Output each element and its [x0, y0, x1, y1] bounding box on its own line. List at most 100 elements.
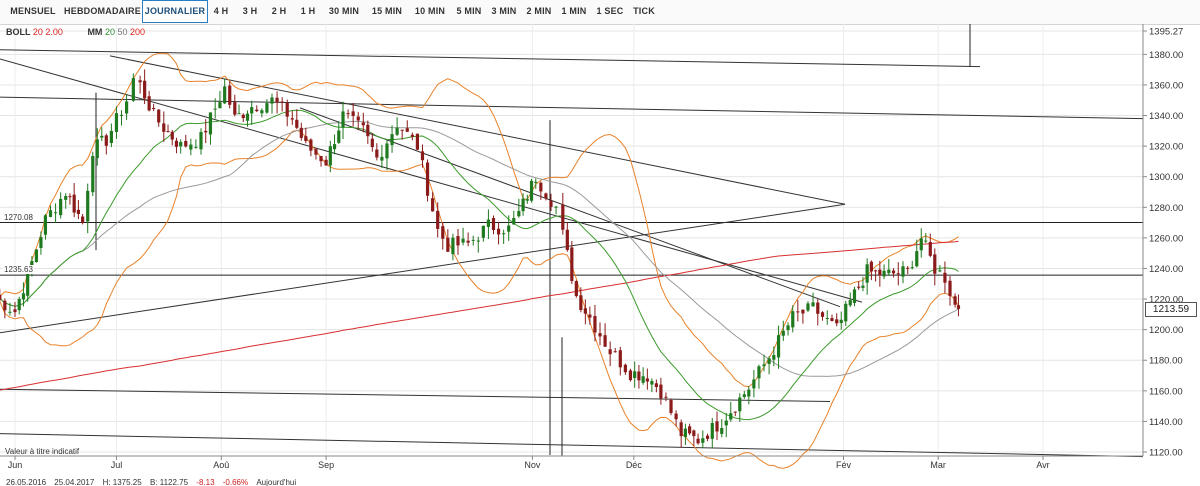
candle-body	[517, 210, 521, 217]
candle	[839, 311, 843, 330]
candle-body	[218, 102, 222, 109]
candle	[380, 144, 384, 169]
candle-body	[816, 302, 820, 314]
candle-body	[710, 422, 714, 439]
candle-body	[34, 249, 39, 263]
x-tick-label: Jun	[8, 460, 23, 470]
candle-body	[701, 438, 705, 443]
candle	[588, 306, 592, 325]
candle	[114, 106, 119, 139]
candle-body	[512, 218, 516, 225]
candle	[529, 178, 534, 203]
tab-tick[interactable]: TICK	[629, 1, 659, 22]
candle	[715, 411, 719, 440]
candle	[72, 183, 76, 218]
candle	[669, 398, 673, 416]
candle-body	[314, 149, 318, 155]
tab-2-min[interactable]: 2 MIN	[522, 1, 556, 22]
candle-body	[361, 122, 365, 126]
candle-body	[928, 242, 932, 256]
candle-body	[337, 130, 341, 143]
candle-body	[233, 102, 237, 115]
tab-hebdomadaire[interactable]: HEBDOMADAIRE	[64, 1, 141, 22]
candle-body	[757, 366, 761, 379]
candle-body	[72, 194, 76, 213]
tab-15-min[interactable]: 15 MIN	[366, 1, 408, 22]
candle-body	[157, 109, 161, 123]
candle	[385, 140, 389, 170]
candle-body	[574, 281, 578, 297]
candle-body	[861, 285, 865, 288]
candle-body	[943, 272, 947, 283]
candle	[174, 137, 179, 154]
candle-body	[375, 149, 379, 158]
y-tick-label: 1260.00	[1149, 233, 1183, 244]
tab-1-sec[interactable]: 1 SEC	[592, 1, 628, 22]
candle-body	[544, 193, 548, 199]
footer-range-end: 25.04.2017	[54, 478, 95, 486]
candle-body	[491, 217, 496, 231]
candle-body	[502, 233, 506, 235]
candle	[705, 433, 710, 442]
candle	[733, 411, 737, 416]
y-tick-label: 1360.00	[1149, 80, 1183, 91]
tab-5-min[interactable]: 5 MIN	[452, 1, 486, 22]
tab-2-h[interactable]: 2 H	[265, 1, 293, 22]
footer-stats: 26.05.2016 25.04.2017 H: 1375.25 B: 1122…	[0, 478, 1200, 486]
candle	[628, 368, 633, 382]
candle-body	[738, 397, 742, 412]
candle	[806, 301, 810, 313]
tab-30-min[interactable]: 30 MIN	[323, 1, 365, 22]
candle-body	[0, 294, 2, 301]
candle-body	[839, 319, 843, 324]
candle	[446, 229, 450, 252]
boll-label: BOLL	[6, 27, 31, 37]
tab-3-h[interactable]: 3 H	[236, 1, 264, 22]
candle-body	[534, 181, 538, 183]
candle-body	[179, 141, 183, 147]
candle	[852, 286, 857, 307]
candle-body	[143, 80, 147, 99]
tab-1-h[interactable]: 1 H	[294, 1, 322, 22]
candle	[280, 97, 284, 112]
tab-4-h[interactable]: 4 H	[207, 1, 235, 22]
footer-today: Aujourd'hui	[256, 478, 297, 486]
candle	[896, 262, 900, 286]
indicator-legend: BOLL 20 2.00 MM 20 50 200	[6, 27, 145, 37]
candle-body	[260, 110, 264, 114]
candle-body	[255, 109, 259, 112]
tab-journalier[interactable]: JOURNALIER	[142, 0, 208, 23]
tab-mensuel[interactable]: MENSUEL	[3, 1, 63, 22]
x-tick-label: Mar	[930, 460, 946, 470]
tab-3-min[interactable]: 3 MIN	[487, 1, 521, 22]
candle-body	[104, 135, 108, 146]
candle-body	[425, 162, 430, 196]
candle-body	[109, 130, 113, 143]
candle	[237, 104, 241, 115]
y-tick-label: 1320.00	[1149, 142, 1183, 153]
y-tick-label: 1380.00	[1149, 50, 1183, 61]
candle-body	[786, 325, 790, 331]
candle	[194, 139, 198, 149]
candle-body	[674, 413, 678, 420]
candle	[882, 264, 886, 280]
boll-param-2: 2.00	[45, 27, 63, 37]
candle-body	[385, 143, 389, 159]
candle-body	[456, 236, 460, 246]
candle	[299, 122, 303, 141]
candle-body	[119, 114, 124, 116]
candle-body	[68, 196, 72, 198]
candle	[466, 232, 470, 247]
candle-body	[21, 293, 26, 300]
candle	[184, 134, 188, 148]
tab-1-min[interactable]: 1 MIN	[557, 1, 591, 22]
candle-body	[554, 206, 558, 208]
candle-body	[933, 254, 937, 274]
candle-body	[228, 85, 232, 105]
candle	[337, 121, 341, 144]
candle	[776, 325, 781, 369]
candle	[637, 364, 641, 389]
candle-body	[170, 131, 174, 140]
tab-10-min[interactable]: 10 MIN	[409, 1, 451, 22]
candle-body	[275, 97, 279, 103]
